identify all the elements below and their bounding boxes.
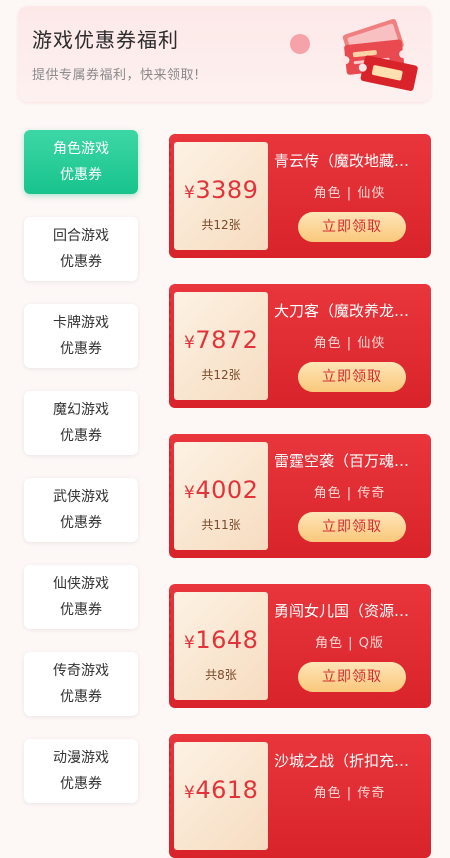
coupon-stub: ¥4618 [169, 742, 268, 850]
currency-symbol: ¥ [184, 333, 196, 353]
coupon-count: 共12张 [201, 368, 241, 382]
category-sublabel: 优惠券 [60, 254, 102, 270]
perforation [169, 442, 180, 550]
currency-symbol: ¥ [184, 483, 196, 503]
game-name: 沙城之战（折扣充… [274, 752, 410, 770]
category-label: 仙侠游戏 [53, 576, 109, 592]
coupon-card: ¥4002 共11张 雷霆空袭（百万魂… 角色 | 传奇 立即领取 [169, 434, 431, 558]
coupon-amount: 4002 [195, 476, 259, 504]
page-subtitle: 提供专属券福利，快来领取! [32, 68, 200, 83]
perforation [169, 142, 180, 250]
category-label: 传奇游戏 [53, 663, 109, 679]
currency-symbol: ¥ [184, 183, 196, 203]
game-tags: 角色 | 仙侠 [313, 336, 386, 351]
category-item-legend[interactable]: 传奇游戏 优惠券 [24, 652, 138, 716]
category-sublabel: 优惠券 [60, 776, 102, 792]
claim-button[interactable]: 立即领取 [298, 212, 406, 242]
header-banner: 游戏优惠券福利 提供专属券福利，快来领取! [18, 6, 431, 102]
coupon-price: ¥7872 [184, 326, 258, 354]
coupon-stub: ¥1648 共8张 [169, 592, 268, 700]
coupon-count: 共8张 [205, 668, 237, 682]
game-name: 勇闯女儿国（资源… [274, 602, 410, 620]
coupon-info: 青云传（魔改地藏… 角色 | 仙侠 立即领取 [268, 134, 431, 258]
category-item-xianxia[interactable]: 仙侠游戏 优惠券 [24, 565, 138, 629]
perforation [169, 592, 180, 700]
category-sublabel: 优惠券 [60, 602, 102, 618]
category-item-wuxia[interactable]: 武侠游戏 优惠券 [24, 478, 138, 542]
coupon-amount: 3389 [195, 176, 259, 204]
game-tags: 角色 | Q版 [315, 636, 384, 651]
category-label: 回合游戏 [53, 228, 109, 244]
coupon-count: 共11张 [201, 518, 241, 532]
coupon-amount: 7872 [195, 326, 259, 354]
coupon-price: ¥3389 [184, 176, 258, 204]
coupon-card: ¥1648 共8张 勇闯女儿国（资源… 角色 | Q版 立即领取 [169, 584, 431, 708]
category-item-turn-based[interactable]: 回合游戏 优惠券 [24, 217, 138, 281]
currency-symbol: ¥ [184, 783, 196, 803]
claim-button[interactable]: 立即领取 [298, 662, 406, 692]
category-sublabel: 优惠券 [60, 515, 102, 531]
category-sublabel: 优惠券 [60, 167, 102, 183]
category-label: 武侠游戏 [53, 489, 109, 505]
perforation [169, 292, 180, 400]
coupon-price: ¥1648 [184, 626, 258, 654]
category-label: 魔幻游戏 [53, 402, 109, 418]
game-tags: 角色 | 传奇 [313, 786, 386, 801]
category-label: 角色游戏 [53, 141, 109, 157]
coupon-info: 雷霆空袭（百万魂… 角色 | 传奇 立即领取 [268, 434, 431, 558]
category-label: 卡牌游戏 [53, 315, 109, 331]
category-item-anime[interactable]: 动漫游戏 优惠券 [24, 739, 138, 803]
coupon-info: 沙城之战（折扣充… 角色 | 传奇 [268, 734, 431, 858]
coupon-stack-icon [341, 18, 418, 92]
coupon-stub: ¥7872 共12张 [169, 292, 268, 400]
game-name: 雷霆空袭（百万魂… [274, 452, 410, 470]
game-name: 大刀客（魔改养龙… [274, 302, 410, 320]
category-item-role[interactable]: 角色游戏 优惠券 [24, 130, 138, 194]
page-title: 游戏优惠券福利 [32, 28, 179, 52]
category-sublabel: 优惠券 [60, 428, 102, 444]
coupon-stub: ¥4002 共11张 [169, 442, 268, 550]
coupon-price: ¥4002 [184, 476, 258, 504]
currency-symbol: ¥ [184, 633, 196, 653]
coupon-stub: ¥3389 共12张 [169, 142, 268, 250]
claim-button[interactable]: 立即领取 [298, 512, 406, 542]
claim-button[interactable]: 立即领取 [298, 362, 406, 392]
category-sublabel: 优惠券 [60, 689, 102, 705]
coupon-info: 大刀客（魔改养龙… 角色 | 仙侠 立即领取 [268, 284, 431, 408]
coupon-card: ¥3389 共12张 青云传（魔改地藏… 角色 | 仙侠 立即领取 [169, 134, 431, 258]
decor-dot [290, 34, 310, 54]
category-label: 动漫游戏 [53, 750, 109, 766]
perforation [169, 742, 180, 850]
coupon-card: ¥7872 共12张 大刀客（魔改养龙… 角色 | 仙侠 立即领取 [169, 284, 431, 408]
game-name: 青云传（魔改地藏… [274, 152, 410, 170]
game-tags: 角色 | 传奇 [313, 486, 386, 501]
coupon-amount: 1648 [195, 626, 259, 654]
category-item-card[interactable]: 卡牌游戏 优惠券 [24, 304, 138, 368]
coupon-count: 共12张 [201, 218, 241, 232]
category-sublabel: 优惠券 [60, 341, 102, 357]
game-tags: 角色 | 仙侠 [313, 186, 386, 201]
coupon-card: ¥4618 沙城之战（折扣充… 角色 | 传奇 [169, 734, 431, 858]
coupon-info: 勇闯女儿国（资源… 角色 | Q版 立即领取 [268, 584, 431, 708]
category-item-fantasy[interactable]: 魔幻游戏 优惠券 [24, 391, 138, 455]
